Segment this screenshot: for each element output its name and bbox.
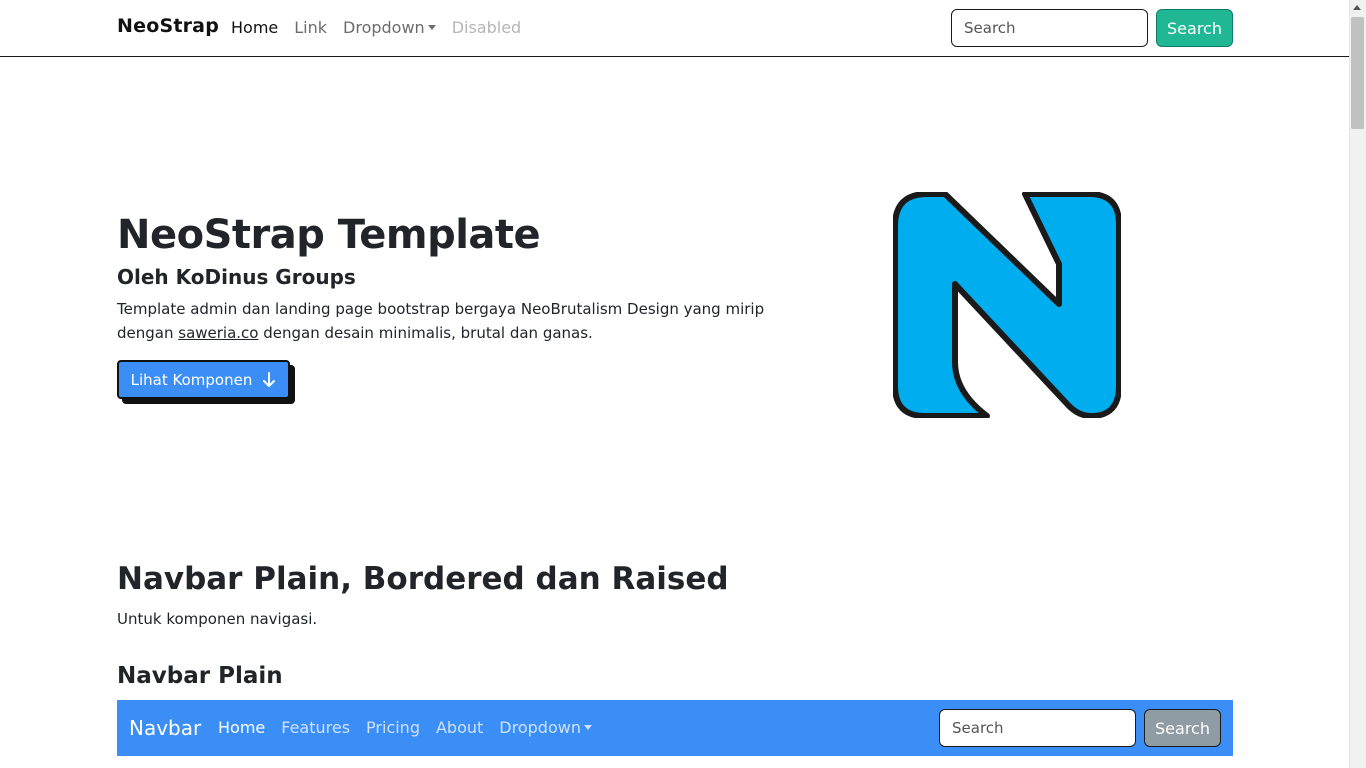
section-title: Navbar Plain, Bordered dan Raised <box>117 561 729 597</box>
section-subtitle: Navbar Plain <box>117 663 283 689</box>
demo-nav-link-dropdown[interactable]: Dropdown <box>499 718 592 737</box>
chevron-down-icon <box>427 25 436 30</box>
neostrap-logo <box>893 192 1121 418</box>
hero-title: NeoStrap Template <box>117 212 541 258</box>
scrollbar-thumb[interactable] <box>1351 17 1364 129</box>
demo-search-button[interactable]: Search <box>1144 709 1221 747</box>
top-navbar: NeoStrap Home Link Dropdown Disabled Sea… <box>0 0 1349 57</box>
lihat-komponen-label: Lihat Komponen <box>130 370 253 389</box>
demo-nav-link-dropdown-label: Dropdown <box>499 718 581 737</box>
demo-nav-link-about[interactable]: About <box>436 718 483 737</box>
nav-link-dropdown-label: Dropdown <box>343 18 425 37</box>
hero-description: Template admin dan landing page bootstra… <box>117 297 767 345</box>
arrow-down-icon <box>263 371 276 387</box>
demo-navbar-brand[interactable]: Navbar <box>129 716 201 740</box>
chevron-down-icon <box>583 725 592 730</box>
demo-nav-link-home[interactable]: Home <box>218 718 265 737</box>
demo-nav-link-features[interactable]: Features <box>281 718 350 737</box>
section-description: Untuk komponen navigasi. <box>117 610 318 628</box>
lihat-komponen-button[interactable]: Lihat Komponen <box>117 360 290 399</box>
search-button[interactable]: Search <box>1156 9 1233 47</box>
nav-links: Home Link Dropdown Disabled <box>231 18 537 37</box>
nav-link-link[interactable]: Link <box>294 18 327 37</box>
demo-nav-links: Home Features Pricing About Dropdown <box>218 718 608 737</box>
demo-search-input[interactable] <box>939 709 1136 747</box>
demo-nav-link-pricing[interactable]: Pricing <box>366 718 420 737</box>
demo-navbar-plain: Navbar Home Features Pricing About Dropd… <box>117 700 1233 756</box>
search-input[interactable] <box>951 9 1148 47</box>
nav-link-home[interactable]: Home <box>231 18 278 37</box>
nav-link-dropdown[interactable]: Dropdown <box>343 18 436 37</box>
navbar-brand[interactable]: NeoStrap <box>117 15 219 37</box>
scroll-up-arrow-icon[interactable] <box>1353 5 1361 10</box>
nav-link-disabled: Disabled <box>451 18 522 37</box>
hero-subtitle: Oleh KoDinus Groups <box>117 265 356 289</box>
saweria-link[interactable]: saweria.co <box>178 324 258 342</box>
hero-text-after: dengan desain minimalis, brutal dan gana… <box>258 324 593 342</box>
